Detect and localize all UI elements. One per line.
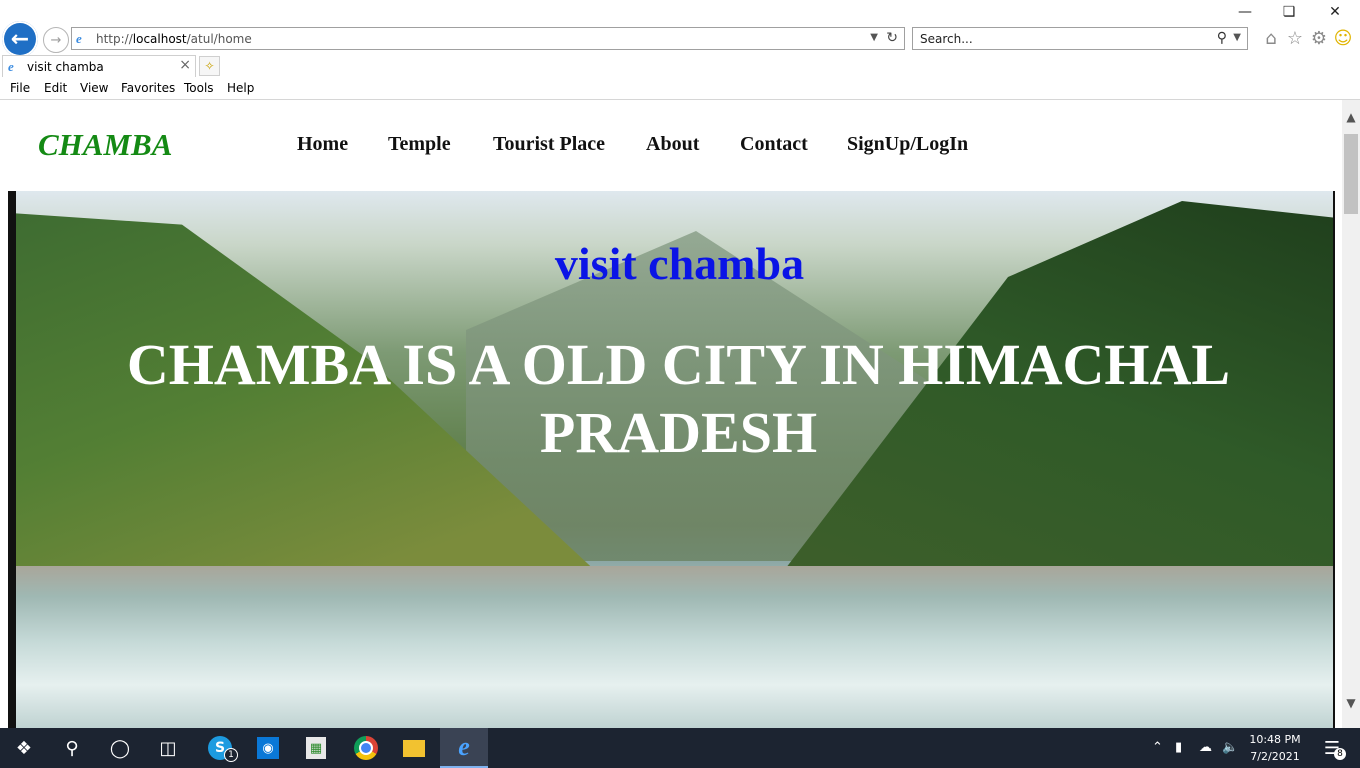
- scroll-thumb[interactable]: [1344, 134, 1358, 214]
- tab-visit-chamba[interactable]: e visit chamba ×: [2, 55, 196, 77]
- new-tab-button[interactable]: ✧: [199, 56, 220, 76]
- clock-date: 7/2/2021: [1250, 750, 1300, 763]
- camera-app-icon: ◉: [257, 737, 279, 759]
- notes-taskbar-button[interactable]: ▦: [292, 728, 340, 768]
- close-tab-icon[interactable]: ×: [179, 57, 191, 73]
- forward-button[interactable]: →: [43, 27, 69, 53]
- menu-help[interactable]: Help: [227, 81, 254, 95]
- nav-about[interactable]: About: [646, 133, 699, 156]
- notification-count: 8: [1334, 748, 1346, 760]
- task-view-button[interactable]: ◫: [144, 728, 192, 768]
- hero-title: visit chamba: [554, 238, 805, 289]
- chrome-taskbar-button[interactable]: [342, 728, 390, 768]
- windows-taskbar: ❖ ⚲ ◯ ◫ S 1 ◉ ▦ e ⌃ ▮ ☁ 🔈 10:48 PM 7/2/2…: [0, 728, 1360, 768]
- action-center-button[interactable]: ☰ 8: [1312, 728, 1352, 768]
- web-page: CHAMBA Home Temple Tourist Place About C…: [0, 100, 1342, 728]
- arrow-right-icon: →: [50, 32, 62, 48]
- site-brand[interactable]: CHAMBA: [38, 127, 172, 163]
- hero-banner: visit chamba CHAMBA IS A OLD CITY IN HIM…: [8, 191, 1335, 728]
- start-button[interactable]: ❖: [0, 728, 48, 768]
- home-icon[interactable]: ⌂: [1260, 28, 1282, 49]
- scroll-up-icon[interactable]: ▲: [1342, 110, 1360, 124]
- nav-signup-login[interactable]: SignUp/LogIn: [847, 133, 968, 156]
- search-taskbar-button[interactable]: ⚲: [48, 728, 96, 768]
- skype-taskbar-button[interactable]: S 1: [196, 728, 244, 768]
- menu-favorites[interactable]: Favorites: [121, 81, 175, 95]
- nav-contact[interactable]: Contact: [740, 133, 808, 156]
- menu-view[interactable]: View: [80, 81, 108, 95]
- tab-title: visit chamba: [27, 60, 104, 74]
- chart-app-icon: ▦: [306, 737, 326, 759]
- menu-tools[interactable]: Tools: [184, 81, 214, 95]
- windows-logo-icon: ❖: [15, 737, 33, 759]
- search-icon: ⚲: [65, 737, 79, 759]
- hero-text: CHAMBA IS A OLD CITY IN HIMACHAL PRADESH: [126, 332, 1231, 465]
- favorites-star-icon[interactable]: ☆: [1284, 28, 1306, 49]
- menu-bar: File Edit View Favorites Tools Help: [0, 78, 1360, 100]
- volume-icon[interactable]: 🔈: [1222, 740, 1238, 755]
- nav-home[interactable]: Home: [297, 133, 348, 156]
- ie-page-icon: e: [76, 31, 82, 46]
- address-bar[interactable]: e http://localhost/atul/home ▼ ↻: [71, 27, 905, 50]
- address-dropdown-icon[interactable]: ▼: [870, 32, 878, 43]
- browser-chrome: — ❏ ✕ ← → e http://localhost/atul/home ▼…: [0, 0, 1360, 100]
- gear-icon[interactable]: ⚙: [1308, 28, 1330, 49]
- task-view-icon: ◫: [159, 737, 177, 759]
- minimize-button[interactable]: —: [1222, 4, 1268, 20]
- battery-icon[interactable]: ▮: [1175, 740, 1182, 755]
- clock[interactable]: 10:48 PM 7/2/2021: [1240, 731, 1310, 765]
- clock-time: 10:48 PM: [1249, 733, 1301, 746]
- folder-icon: [403, 739, 425, 757]
- network-icon[interactable]: ☁: [1199, 740, 1212, 755]
- tab-bar: e visit chamba × ✧: [0, 55, 1360, 77]
- smiley-feedback-icon[interactable]: ☺: [1332, 28, 1354, 49]
- ie-tab-icon: e: [8, 59, 14, 74]
- tray-overflow-icon[interactable]: ⌃: [1152, 740, 1163, 755]
- refresh-icon[interactable]: ↻: [886, 30, 898, 46]
- hero-bg-river: [16, 566, 1333, 728]
- cortana-button[interactable]: ◯: [96, 728, 144, 768]
- search-icon[interactable]: ⚲: [1217, 30, 1227, 46]
- search-placeholder: Search...: [920, 32, 973, 46]
- close-window-button[interactable]: ✕: [1312, 4, 1358, 20]
- page-scrollbar[interactable]: ▲ ▼: [1342, 100, 1360, 728]
- ie-taskbar-button[interactable]: e: [440, 728, 488, 768]
- cortana-circle-icon: ◯: [109, 737, 131, 759]
- skype-badge: 1: [224, 748, 238, 762]
- search-dropdown-icon[interactable]: ▼: [1233, 32, 1241, 43]
- file-explorer-taskbar-button[interactable]: [390, 728, 438, 768]
- address-url: http://localhost/atul/home: [96, 32, 252, 46]
- arrow-left-icon: ←: [10, 26, 30, 52]
- internet-explorer-icon: e: [458, 732, 470, 761]
- restore-button[interactable]: ❏: [1266, 4, 1312, 20]
- nav-tourist-place[interactable]: Tourist Place: [493, 133, 605, 156]
- back-button[interactable]: ←: [2, 21, 38, 57]
- menu-edit[interactable]: Edit: [44, 81, 67, 95]
- new-tab-icon: ✧: [204, 59, 215, 73]
- search-box[interactable]: Search... ⚲ ▼: [912, 27, 1248, 50]
- scroll-down-icon[interactable]: ▼: [1342, 696, 1360, 710]
- menu-file[interactable]: File: [10, 81, 30, 95]
- nav-temple[interactable]: Temple: [388, 133, 451, 156]
- app-taskbar-button[interactable]: ◉: [244, 728, 292, 768]
- chrome-icon: [354, 736, 378, 760]
